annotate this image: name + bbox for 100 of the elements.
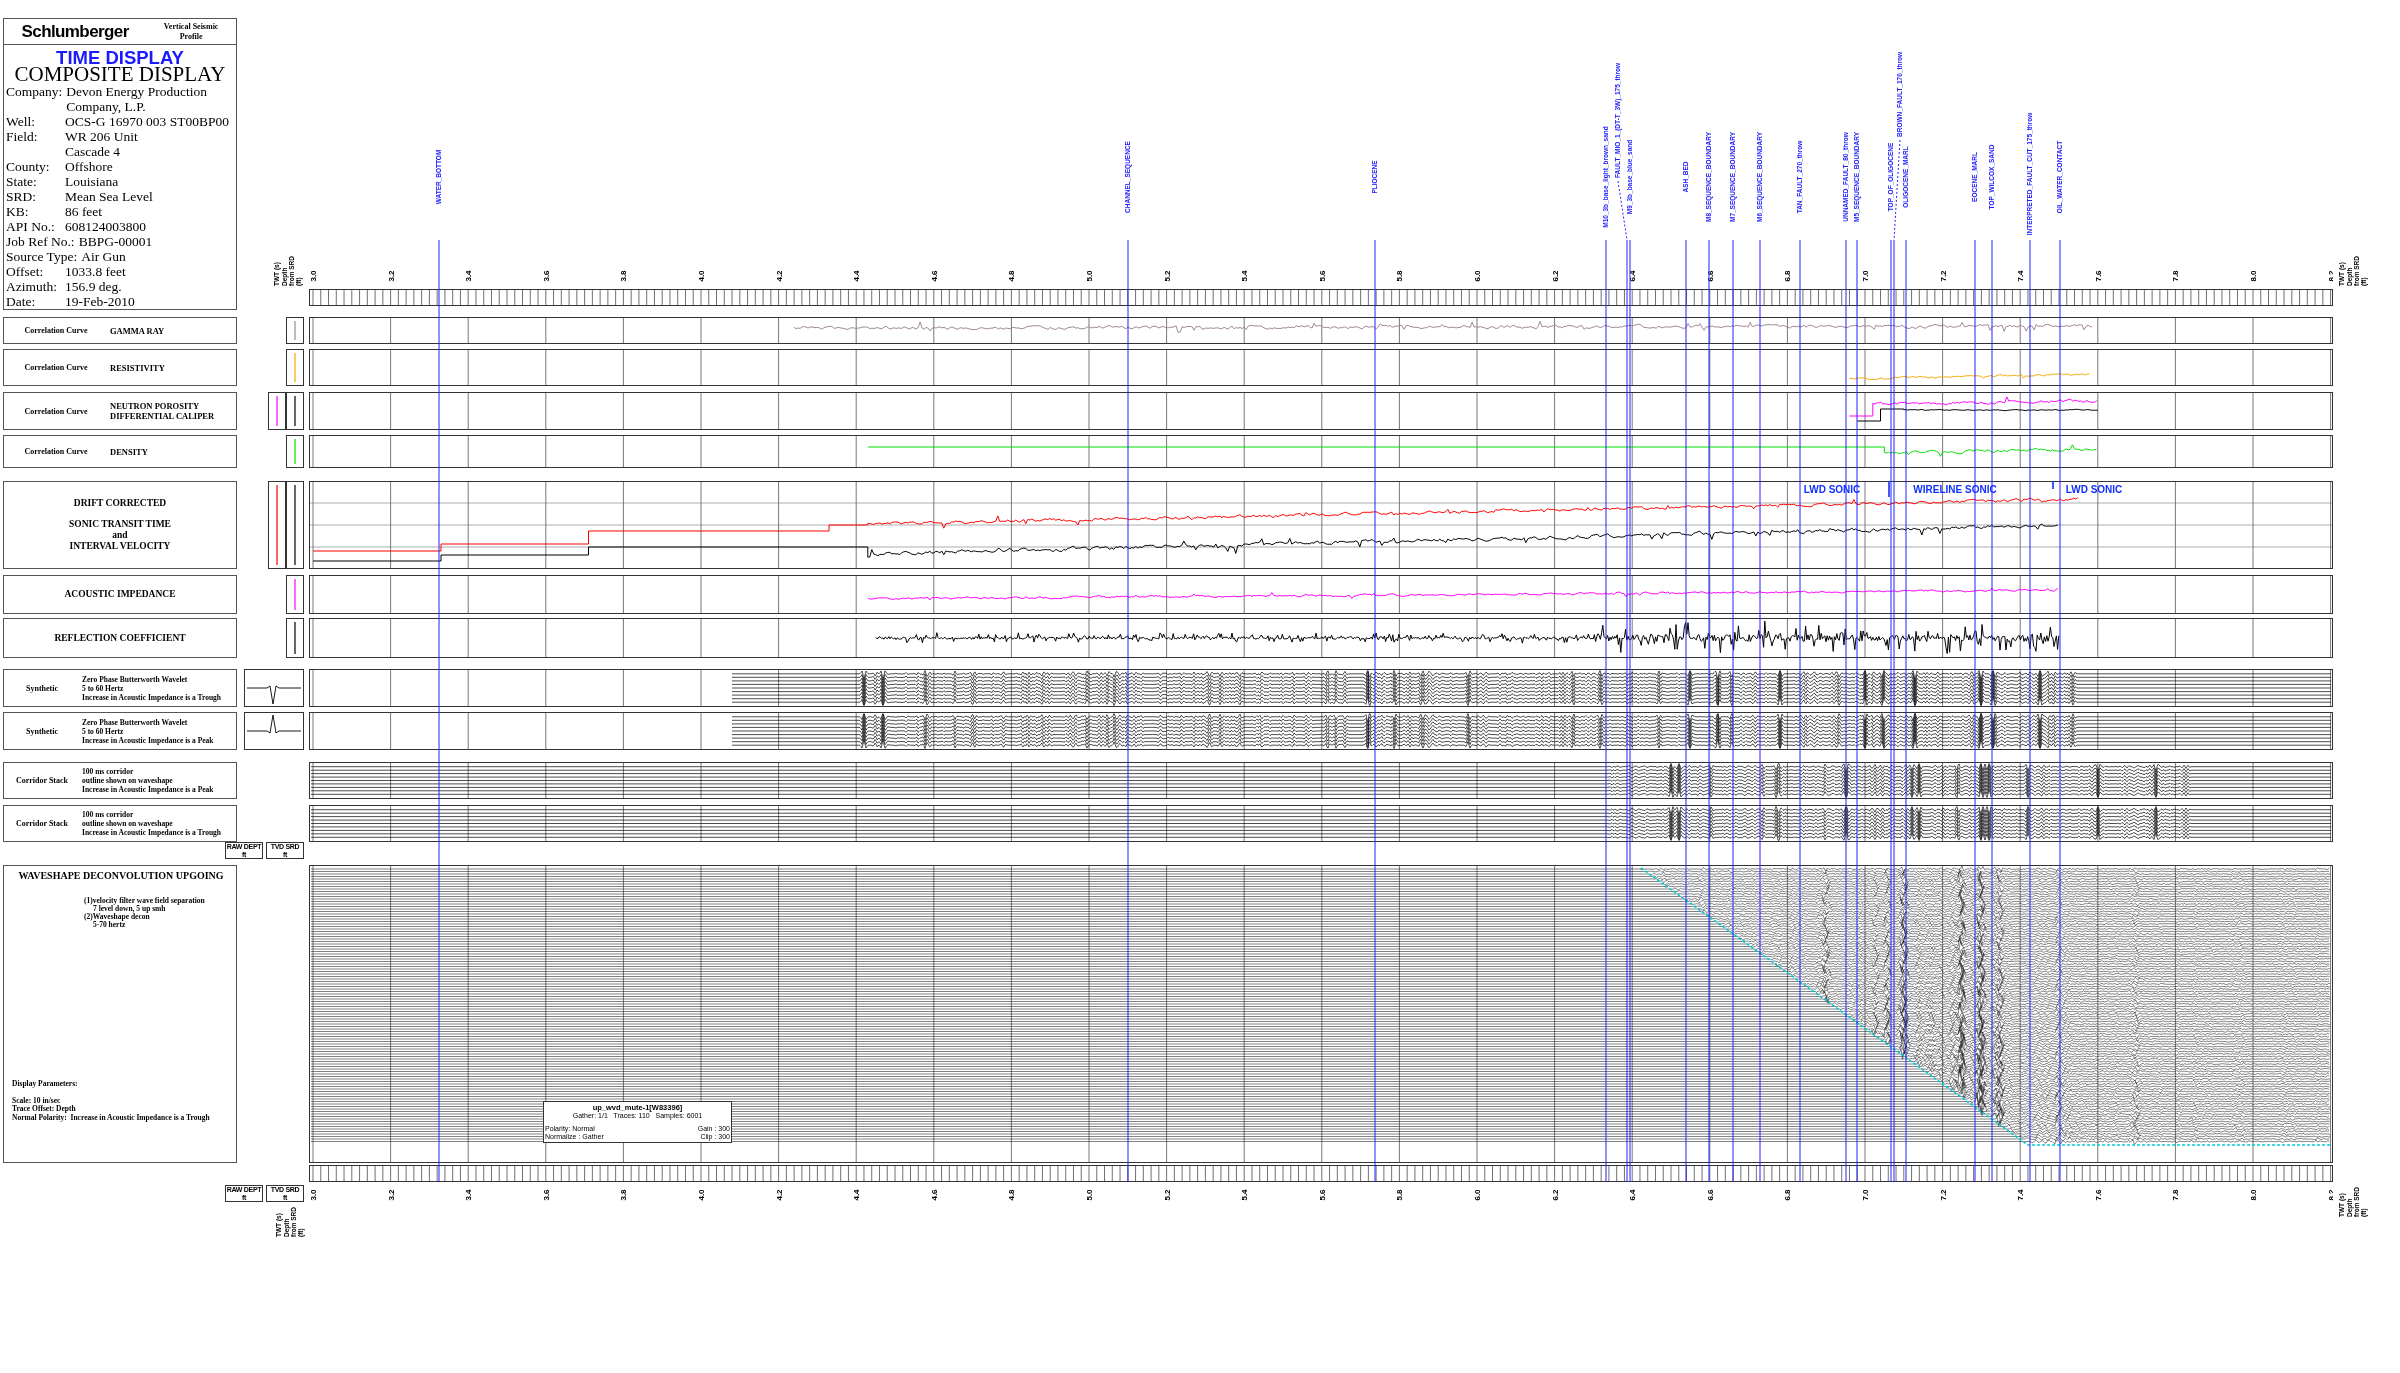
time-tick-label: 4.2 [774,270,784,282]
track-caption: Corridor Stack [14,776,70,785]
field-value: Offshore [65,159,113,174]
time-tick-label: 7.2 [1938,1189,1948,1201]
field-label: SRD: [6,189,37,204]
time-tick-label: 7.4 [2016,1189,2026,1201]
scale-box [286,435,304,468]
time-tick-label: 5.4 [1240,1189,1250,1201]
track-caption: Synthetic [25,726,59,736]
time-tick-label: 7.0 [1861,270,1870,282]
time-tick-label: 3.2 [386,1189,396,1201]
time-tick-label: 4.4 [852,1189,862,1201]
display-title: TIME DISPLAY [56,49,184,66]
time-tick-label: 4.8 [1007,270,1017,282]
splice-mark [2052,481,2054,490]
time-tick-label: 3.6 [541,1189,551,1201]
scale-box [268,392,286,430]
time-tick-label: 6.8 [1783,1189,1793,1201]
time-tick-label: 3.6 [541,270,551,282]
scale-box [286,575,304,614]
track-heading: ACOUSTIC IMPEDANCE [64,589,176,600]
field-label: Offset: [6,264,45,279]
field-value: WR 206 Unit Cascade 4 [65,129,138,159]
field-value: 86 feet [65,204,103,219]
time-tick-label: 6.0 [1473,270,1482,282]
field-value: OCS-G 16970 003 ST00BP00 [65,114,229,129]
field-label: Field: [6,129,39,146]
time-tick-label: 7.4 [2016,270,2026,282]
field-label: Source Type: [6,249,78,264]
log-source-label: LWD SONIC [1803,484,1861,495]
track-caption: Synthetic [25,683,59,693]
logo-text: Schlumberger [21,21,129,42]
time-tick-label: 4.2 [774,1189,784,1201]
time-tick-label: 5.0 [1085,1189,1094,1201]
time-tick-label: 6.2 [1550,270,1560,282]
scale-box [286,618,304,658]
track-heading: WAVESHAPE DECONVOLUTION UPGOING [17,870,225,881]
log-source-label: WIRELINE SONIC [1913,484,1997,495]
track-heading: INTERVAL VELOCITY [69,541,171,552]
time-tick-label: 7.2 [1938,270,1948,282]
time-tick-label: 3.0 [309,270,318,282]
time-tick-label: 5.2 [1162,270,1172,282]
field-value: Mean Sea Level [65,189,153,204]
time-tick-label: 3.2 [386,270,396,282]
field-label: County: [6,159,51,174]
time-tick-label: 4.6 [929,270,939,282]
time-tick-label: 8.2 [2326,270,2333,282]
time-tick-label: 6.0 [1473,1189,1482,1201]
time-tick-label: 6.4 [1628,270,1638,282]
field-value: Louisiana [65,174,119,189]
track-heading: DRIFT CORRECTED [73,498,167,509]
time-tick-label: 3.4 [464,1189,474,1201]
time-tick-label: 7.6 [2093,270,2103,282]
time-tick-label: 5.6 [1317,270,1327,282]
track-caption: Correlation Curve [23,447,89,456]
field-value: 1033.8 feet [65,264,126,279]
field-value: Devon Energy Production Company, L.P. [66,84,207,114]
time-tick-label: 5.6 [1317,1189,1327,1201]
time-tick-label: 6.6 [1705,1189,1715,1201]
display-subtitle: COMPOSITE DISPLAY [13,66,227,83]
track-heading: and [112,530,128,541]
time-tick-label: 7.8 [2171,270,2181,282]
leader-line [1617,180,1628,241]
time-tick-label: 6.2 [1550,1189,1560,1201]
scale-box [286,349,304,386]
field-value: 19-Feb-2010 [65,294,135,309]
field-label: Company: [6,84,63,101]
track-caption: Corridor Stack [14,819,70,828]
curve-name: RESISTIVITY [110,362,165,373]
scale-box [286,392,304,430]
scale-box [286,317,304,344]
field-label: State: [6,174,38,189]
track-heading: REFLECTION COEFFICIENT [54,632,186,644]
field-label: KB: [6,204,30,219]
time-tick-label: 7.0 [1861,1189,1870,1201]
time-tick-label: 4.8 [1007,1189,1017,1201]
time-tick-label: 7.8 [2171,1189,2181,1201]
time-tick-label: 7.6 [2093,1189,2103,1201]
time-tick-label: 5.2 [1162,1189,1172,1201]
time-tick-label: 3.8 [619,1189,629,1201]
time-tick-label: 3.8 [619,270,629,282]
track-caption: Correlation Curve [23,363,89,372]
track-caption: Correlation Curve [23,326,89,335]
field-label: Azimuth: [6,279,58,294]
field-value: 608124003800 [65,219,146,234]
field-label: Date: [6,294,37,309]
field-value: BBPG-00001 [78,234,153,249]
field-label: API No.: [6,219,56,234]
time-tick-label: 6.4 [1628,1189,1638,1201]
time-tick-label: 8.0 [2249,270,2258,282]
splice-mark [1888,481,1890,498]
time-tick-label: 5.0 [1085,270,1094,282]
field-label: Job Ref No.: [6,234,75,249]
curve-name: DENSITY [110,446,148,457]
log-source-label: LWD SONIC [2065,484,2123,495]
time-tick-label: 4.0 [697,1189,706,1201]
time-tick-label: 6.8 [1783,270,1793,282]
time-tick-label: 4.4 [852,270,862,282]
product-name: Vertical Seismic Profile [163,21,219,42]
time-tick-label: 5.4 [1240,270,1250,282]
